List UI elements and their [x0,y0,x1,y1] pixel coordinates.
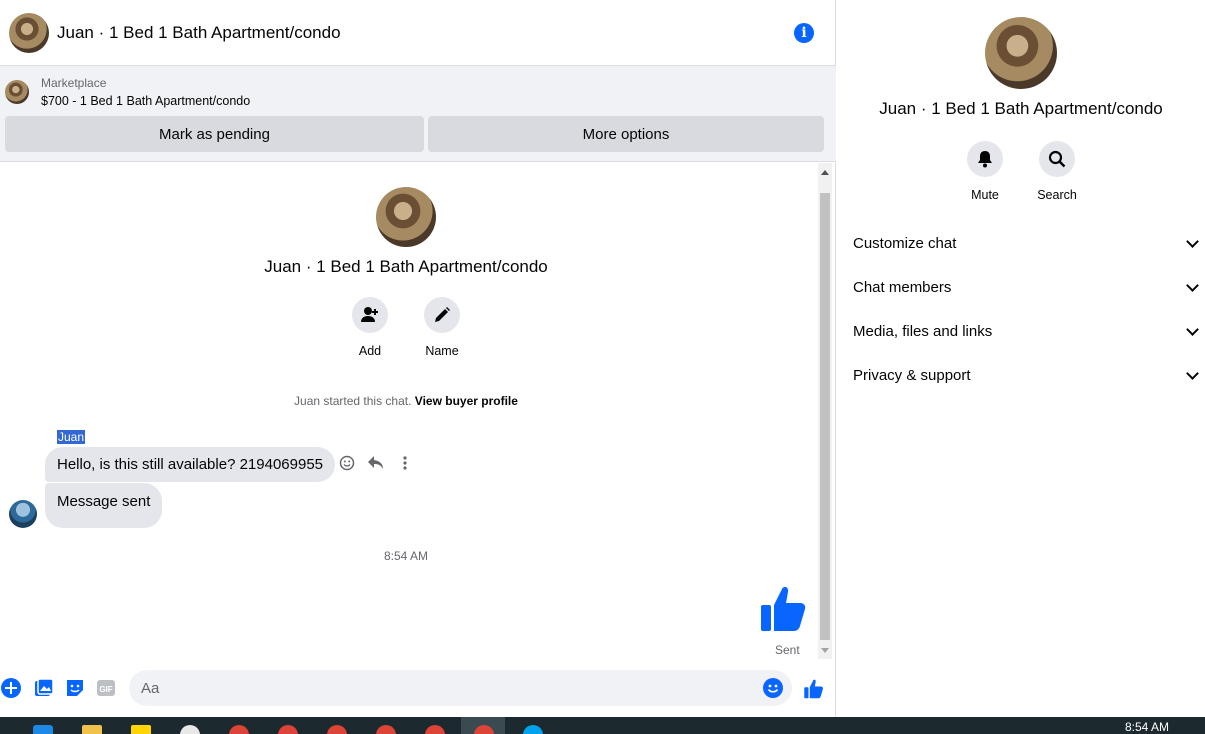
chat-header: Juan · 1 Bed 1 Bath Apartment/condo i [0,0,836,66]
section-label: Media, files and links [853,322,993,340]
name-action[interactable]: Name [424,297,460,358]
listing-thumbnail [5,80,29,104]
search-action[interactable]: Search [1037,141,1077,202]
marketplace-panel: Marketplace $700 - 1 Bed 1 Bath Apartmen… [0,66,836,162]
photo-icon[interactable] [34,678,54,703]
folder-icon[interactable] [82,725,102,734]
thread-name: Juan · 1 Bed 1 Bath Apartment/condo [264,257,548,276]
customize-chat-section[interactable]: Customize chat [853,221,1201,265]
chevron-down-icon [1186,322,1199,336]
reply-icon[interactable] [367,454,384,471]
chrome-icon[interactable] [425,725,445,734]
chat-started-text: Juan started this chat. [294,394,412,408]
section-label: Chat members [853,278,952,296]
conversation-info-pane: Juan · 1 Bed 1 Bath Apartment/condo Mute… [837,0,1205,717]
messenger-window: Juan · 1 Bed 1 Bath Apartment/condo i Ma… [0,0,1205,734]
message-input[interactable]: Aa [129,670,792,706]
pencil-icon[interactable] [424,297,460,333]
add-people-action[interactable]: Add [352,297,388,358]
chrome-icon[interactable] [376,725,396,734]
sticker-icon[interactable] [65,678,85,703]
section-label: Customize chat [853,234,957,252]
more-options-button[interactable]: More options [428,116,824,152]
thumbs-up-icon [758,583,810,640]
emoji-icon[interactable] [763,678,783,703]
like-button-icon[interactable] [803,678,825,705]
scroll-up-arrow-icon[interactable] [821,170,829,175]
react-smiley-icon[interactable] [338,454,355,471]
add-person-icon[interactable] [352,297,388,333]
chevron-down-icon [1186,278,1199,292]
gif-icon[interactable]: GIF [96,678,116,703]
scroll-thumb[interactable] [820,193,830,640]
chat-avatar[interactable] [9,12,49,53]
notes-icon[interactable] [131,725,151,734]
chat-started-notice: Juan started this chat. View buyer profi… [0,394,812,408]
chevron-down-icon [1186,234,1199,248]
mute-action[interactable]: Mute [967,141,1003,202]
clock[interactable]: 8:54 AM [1125,720,1169,734]
message-actions [338,454,413,471]
privacy-support-section[interactable]: Privacy & support [853,353,1201,397]
info-name: Juan · 1 Bed 1 Bath Apartment/condo [879,99,1163,118]
thread-scrollbar[interactable] [818,163,832,659]
search-label: Search [1037,188,1077,202]
svg-text:GIF: GIF [99,685,112,694]
message-thread: Juan · 1 Bed 1 Bath Apartment/condo Add … [0,163,836,659]
composer: GIF Aa [0,668,836,708]
chat-title[interactable]: Juan · 1 Bed 1 Bath Apartment/condo [57,23,341,43]
info-avatar [985,17,1057,89]
message-bubble[interactable]: Message sent [45,483,163,528]
chat-members-section[interactable]: Chat members [853,265,1201,309]
add-label: Add [358,344,382,358]
sender-avatar[interactable] [9,500,37,528]
sent-status: Sent [775,643,800,657]
taskbar-app-icon[interactable] [180,725,200,734]
marketplace-label: Marketplace [41,76,107,90]
mute-label: Mute [971,188,999,202]
search-icon[interactable] [1039,141,1075,177]
chat-pane: Juan · 1 Bed 1 Bath Apartment/condo i Ma… [0,0,836,717]
scroll-down-arrow-icon[interactable] [821,648,829,653]
section-label: Privacy & support [853,366,971,384]
info-icon[interactable]: i [794,23,814,43]
view-buyer-profile-link[interactable]: View buyer profile [415,394,518,408]
more-vertical-icon[interactable] [396,454,413,471]
mark-as-pending-button[interactable]: Mark as pending [5,116,424,152]
os-taskbar: 8:54 AM [0,717,1205,734]
message-timestamp: 8:54 AM [383,549,429,563]
skype-icon[interactable] [523,725,543,734]
listing-title: $700 - 1 Bed 1 Bath Apartment/condo [41,94,251,108]
thread-avatar [376,187,436,247]
chevron-down-icon [1186,366,1199,380]
sender-name: Juan [57,430,86,444]
chrome-icon[interactable] [229,725,249,734]
media-files-links-section[interactable]: Media, files and links [853,309,1201,353]
chrome-icon[interactable] [278,725,298,734]
marketplace-listing[interactable]: Marketplace $700 - 1 Bed 1 Bath Apartmen… [5,76,250,108]
thread-profile: Juan · 1 Bed 1 Bath Apartment/condo Add … [0,187,812,358]
message-bubble[interactable]: Hello, is this still available? 21940699… [45,447,336,482]
plus-icon[interactable] [1,678,21,703]
taskbar-app-icon[interactable] [33,725,53,734]
bell-icon[interactable] [967,141,1003,177]
name-label: Name [425,344,459,358]
chrome-icon[interactable] [327,725,347,734]
